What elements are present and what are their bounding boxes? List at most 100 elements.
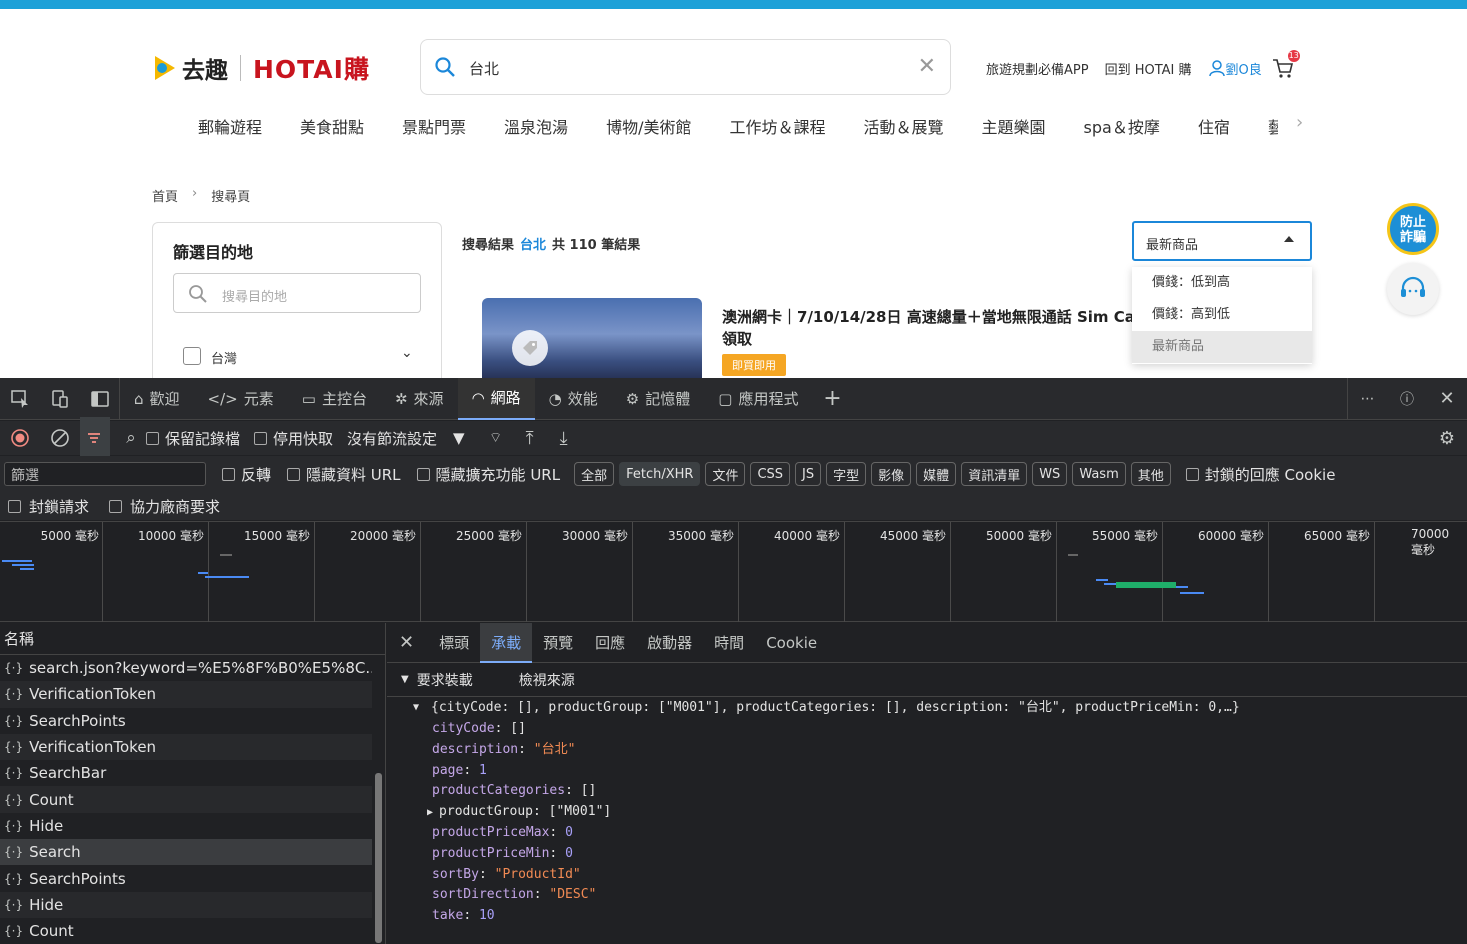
tab-network[interactable]: ◠ 網路 [457, 377, 535, 420]
request-row[interactable]: {·} SearchBar [0, 760, 372, 786]
name-column-header[interactable]: 名稱 [0, 623, 385, 655]
tab-memory[interactable]: ⚙ 記憶體 [612, 378, 704, 420]
invert-checkbox[interactable]: 反轉 [222, 464, 271, 485]
preserve-log-checkbox[interactable]: 保留記錄檔 [146, 428, 240, 449]
detail-tab-initiator[interactable]: 啟動器 [636, 623, 703, 663]
payload-property[interactable]: take: 10 [387, 906, 1467, 927]
disable-cache-checkbox[interactable]: 停用快取 [254, 428, 333, 449]
search-icon[interactable]: ⌕ [116, 417, 146, 459]
view-source-link[interactable]: 檢視來源 [519, 670, 575, 690]
sort-option[interactable]: 價錢：高到低 [1132, 299, 1312, 331]
destination-search-input[interactable]: 搜尋目的地 [173, 273, 421, 313]
payload-property[interactable]: productPriceMax: 0 [387, 823, 1467, 844]
product-title[interactable]: 澳洲網卡｜7/10/14/28日 高速總量＋當地無限通話 Sim Card [722, 307, 1132, 328]
type-filter-fetch-xhr[interactable]: Fetch/XHR [619, 462, 701, 486]
detail-tab-response[interactable]: 回應 [584, 623, 636, 663]
chevron-down-icon[interactable]: ⌄ [401, 345, 413, 361]
filter-input[interactable]: 篩選 [4, 462, 206, 486]
payload-section-title[interactable]: 要求裝載 [417, 670, 473, 690]
hide-data-url-checkbox[interactable]: 隱藏資料 URL [287, 464, 401, 485]
request-list-scrollbar[interactable] [375, 773, 382, 943]
back-to-hotai-link[interactable]: 回到 HOTAI 購 [1105, 59, 1192, 78]
type-filter-ws[interactable]: WS [1032, 462, 1068, 486]
type-filter-doc[interactable]: 文件 [705, 462, 746, 486]
product-title-line2[interactable]: 領取 [722, 328, 752, 349]
breadcrumb-home[interactable]: 首頁 [152, 186, 178, 205]
request-row[interactable]: {·} VerificationToken [0, 733, 372, 761]
type-filter-other[interactable]: 其他 [1130, 462, 1171, 486]
request-row[interactable]: {·} SearchPoints [0, 708, 372, 734]
payload-property[interactable]: cityCode: [] [387, 719, 1467, 740]
site-logo[interactable]: 去趣 HOTAI購 [152, 53, 370, 84]
search-input[interactable]: 台北 [469, 58, 499, 79]
category-item[interactable]: 主題樂園 [982, 114, 1046, 138]
type-filter-media[interactable]: 媒體 [916, 462, 957, 486]
payload-property[interactable]: ▶ productGroup: ["M001"] [387, 802, 1467, 823]
close-devtools-icon[interactable]: ✕ [1427, 378, 1467, 420]
detail-tab-payload[interactable]: 承載 [480, 622, 533, 663]
user-account-link[interactable]: 劉O良 [1208, 59, 1262, 78]
category-item[interactable]: 景點門票 [402, 114, 466, 138]
blocked-cookies-checkbox[interactable]: 封鎖的回應 Cookie [1185, 464, 1335, 485]
category-item[interactable]: 美食甜點 [300, 114, 364, 138]
app-link[interactable]: 旅遊規劃必備APP [986, 59, 1089, 78]
anti-fraud-button[interactable]: 防止詐騙 [1387, 203, 1439, 255]
network-conditions-icon[interactable]: ⌔ [479, 417, 513, 459]
payload-property[interactable]: sortBy: "ProductId" [387, 865, 1467, 886]
payload-property[interactable]: page: 1 [387, 761, 1467, 782]
export-har-icon[interactable]: ⤓ [547, 417, 581, 459]
triangle-down-icon[interactable]: ▼ [401, 674, 409, 685]
network-timeline-overview[interactable]: 5000 毫秒 10000 毫秒 15000 毫秒 20000 毫秒 25000… [0, 521, 1467, 622]
cart-button[interactable]: 13 [1272, 50, 1300, 79]
category-item[interactable]: 溫泉泡湯 [504, 114, 568, 138]
request-row[interactable]: {·} search.json?keyword=%E5%8F%B0%E5%8C..… [0, 655, 372, 681]
type-filter-manifest[interactable]: 資訊清單 [961, 462, 1028, 486]
help-icon[interactable]: ⓘ [1387, 378, 1427, 420]
request-row-selected[interactable]: {·} Search [0, 839, 372, 866]
request-row[interactable]: {·} Count [0, 786, 372, 813]
triangle-right-icon[interactable]: ▶ [427, 807, 439, 818]
sort-select[interactable]: 最新商品 [1132, 221, 1312, 261]
settings-gear-icon[interactable]: ⚙ [1427, 417, 1467, 459]
tab-sources[interactable]: ✲ 來源 [381, 378, 458, 420]
request-row[interactable]: {·} Hide [0, 891, 372, 918]
type-filter-all[interactable]: 全部 [574, 462, 615, 486]
tab-welcome[interactable]: ⌂ 歡迎 [120, 378, 194, 420]
payload-property[interactable]: productCategories: [] [387, 781, 1467, 802]
request-row[interactable]: {·} VerificationToken [0, 681, 372, 708]
import-har-icon[interactable]: ⤒ [513, 417, 547, 459]
detail-tab-cookies[interactable]: Cookie [755, 623, 828, 663]
category-item[interactable]: 博物/美術館 [606, 114, 691, 138]
sort-option[interactable]: 價錢：低到高 [1132, 267, 1312, 299]
tab-performance[interactable]: ◔ 效能 [535, 378, 612, 420]
more-options-icon[interactable]: ⋯ [1347, 377, 1387, 420]
product-image[interactable] [482, 298, 702, 378]
category-item[interactable]: 藝 [1268, 114, 1278, 138]
category-item[interactable]: 住宿 [1198, 114, 1230, 138]
type-filter-img[interactable]: 影像 [871, 462, 912, 486]
third-party-checkbox[interactable]: 協力廠商要求 [109, 496, 220, 517]
payload-property[interactable]: description: "台北" [387, 740, 1467, 761]
type-filter-wasm[interactable]: Wasm [1072, 462, 1126, 486]
tab-elements[interactable]: </> 元素 [194, 378, 288, 420]
chevron-right-icon[interactable]: › [1296, 112, 1303, 133]
throttle-select[interactable]: 沒有節流設定 ▼ [347, 428, 465, 449]
clear-search-icon[interactable]: ✕ [918, 56, 936, 78]
request-row[interactable]: {·} Hide [0, 813, 372, 839]
taiwan-checkbox[interactable] [183, 347, 201, 365]
request-row[interactable]: {·} SearchPoints [0, 865, 372, 891]
payload-property[interactable]: sortDirection: "DESC" [387, 885, 1467, 906]
detail-tab-headers[interactable]: 標頭 [428, 623, 480, 663]
payload-summary[interactable]: ▼ {cityCode: [], productGroup: ["M001"], … [387, 697, 1467, 719]
site-search-bar[interactable]: 台北 ✕ [420, 39, 951, 95]
category-item[interactable]: 郵輪遊程 [198, 114, 262, 138]
sort-option[interactable]: 最新商品 [1132, 331, 1312, 363]
add-tab-icon[interactable]: + [812, 378, 852, 420]
tab-application[interactable]: ▢ 應用程式 [704, 378, 812, 420]
detail-tab-preview[interactable]: 預覽 [532, 623, 584, 663]
category-item[interactable]: 工作坊＆課程 [729, 114, 825, 138]
category-item[interactable]: spa＆按摩 [1084, 114, 1160, 138]
type-filter-font[interactable]: 字型 [826, 462, 867, 486]
filter-toggle-icon[interactable] [80, 417, 110, 459]
payload-property[interactable]: productPriceMin: 0 [387, 844, 1467, 865]
